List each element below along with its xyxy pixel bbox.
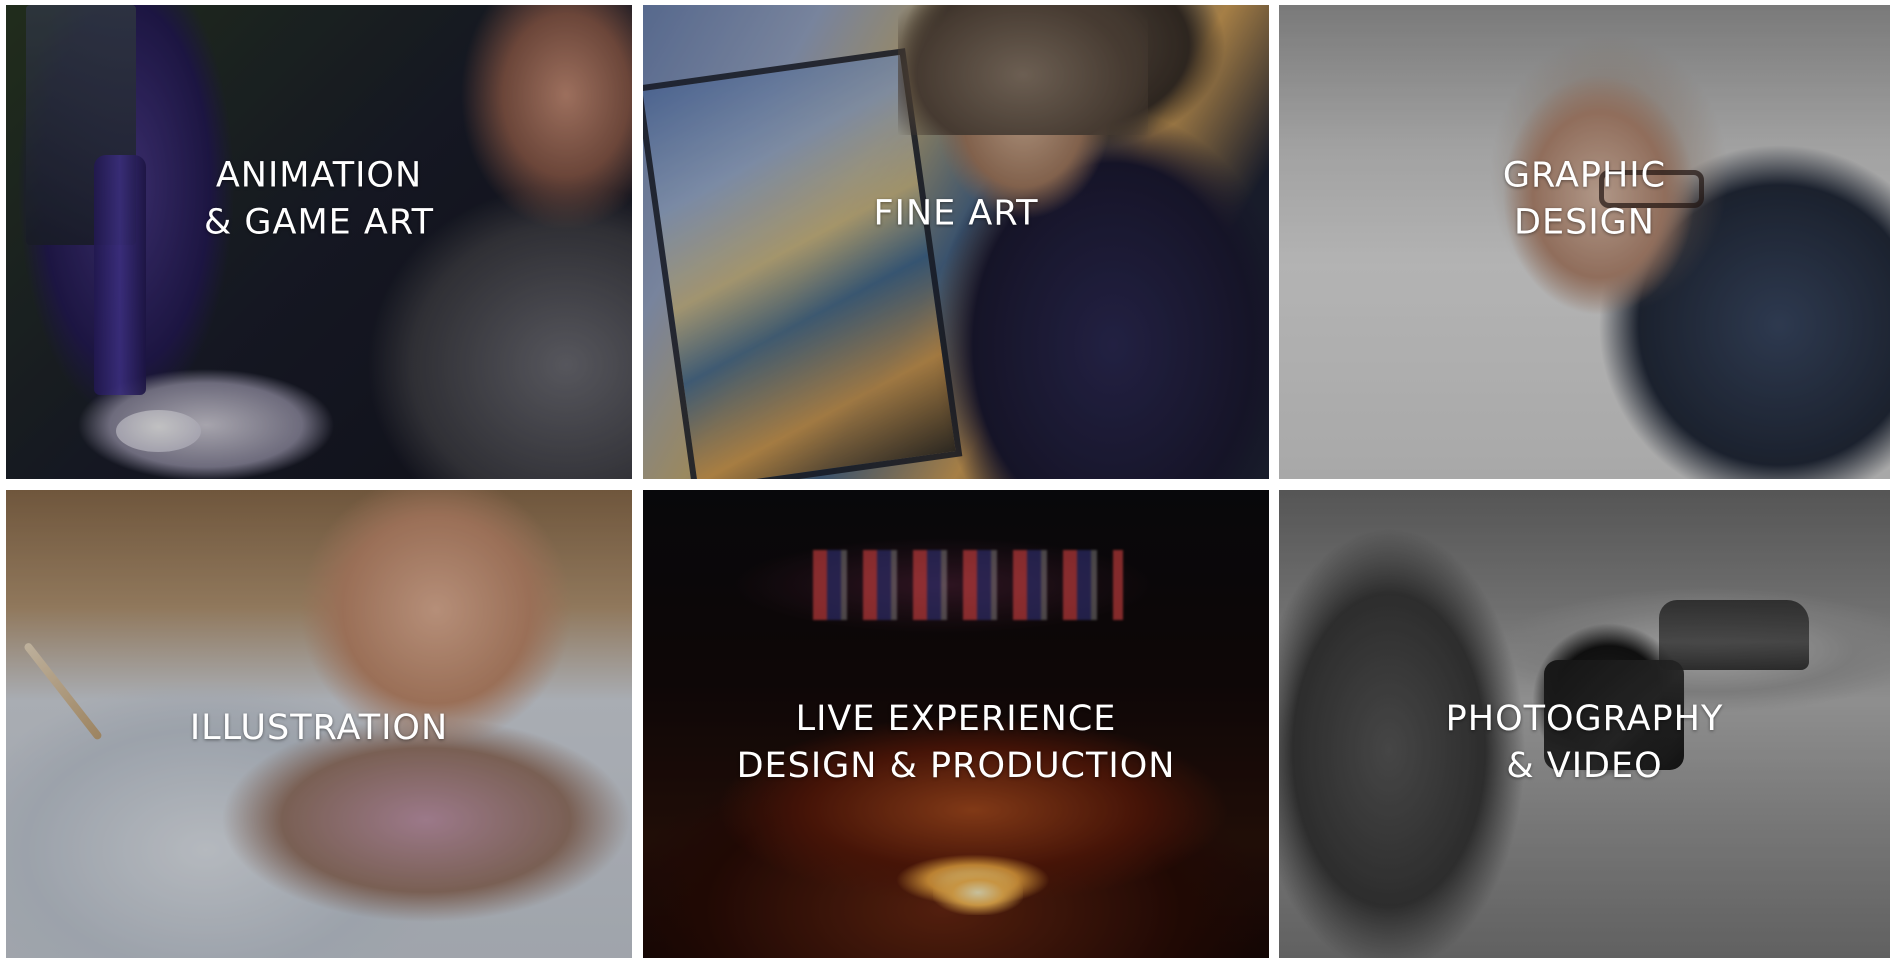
tile-illustration[interactable]: ILLUSTRATION bbox=[6, 490, 632, 958]
program-grid: ANIMATION & GAME ART FINE ART GRAPHIC DE… bbox=[0, 0, 1890, 958]
tile-overlay bbox=[1279, 5, 1890, 479]
tile-animation-game-art[interactable]: ANIMATION & GAME ART bbox=[6, 5, 632, 479]
tile-fine-art[interactable]: FINE ART bbox=[643, 5, 1269, 479]
tile-live-experience[interactable]: LIVE EXPERIENCE DESIGN & PRODUCTION bbox=[643, 490, 1269, 958]
tile-overlay bbox=[1279, 490, 1890, 958]
tile-overlay bbox=[6, 490, 632, 958]
tile-graphic-design[interactable]: GRAPHIC DESIGN bbox=[1279, 5, 1890, 479]
tile-photography-video[interactable]: PHOTOGRAPHY & VIDEO bbox=[1279, 490, 1890, 958]
tile-overlay bbox=[643, 490, 1269, 958]
tile-overlay bbox=[643, 5, 1269, 479]
tile-overlay bbox=[6, 5, 632, 479]
